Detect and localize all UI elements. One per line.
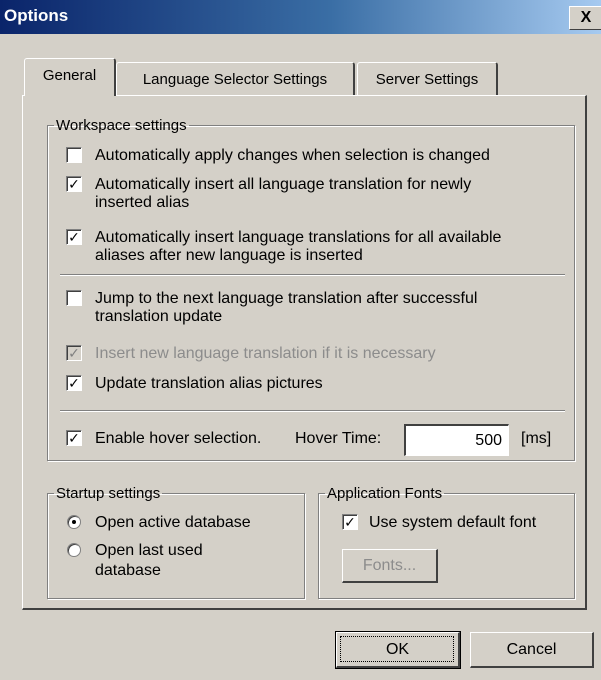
application-fonts-legend: Application Fonts (327, 485, 443, 502)
tab-language-selector-settings-label: Language Selector Settings (142, 71, 328, 88)
ok-focus-rect (340, 636, 454, 662)
insert-new-translation-checkbox: ✓ (66, 345, 82, 361)
open-last-used-database-label-line1: Open last used (95, 542, 203, 559)
close-button[interactable]: X (569, 6, 601, 30)
startup-settings-legend: Startup settings (56, 485, 161, 502)
tab-general-label: General (42, 67, 97, 84)
insert-new-translation-label: Insert new language translation if it is… (95, 345, 436, 362)
open-last-used-database-radio[interactable] (67, 543, 81, 557)
tab-general[interactable]: General (24, 58, 116, 96)
auto-insert-for-available-aliases-label-line2: aliases after new language is inserted (95, 247, 363, 264)
jump-next-translation-label-line2: translation update (95, 308, 223, 325)
workspace-separator-1 (60, 274, 565, 276)
enable-hover-selection-checkbox[interactable]: ✓ (66, 430, 82, 446)
enable-hover-selection-label: Enable hover selection. (95, 430, 262, 447)
open-active-database-label: Open active database (95, 514, 251, 531)
window-title: Options (4, 6, 69, 25)
tab-server-settings-label: Server Settings (375, 71, 479, 88)
auto-insert-for-available-aliases-checkbox[interactable]: ✓ (66, 229, 82, 245)
use-system-default-font-checkbox[interactable]: ✓ (342, 514, 358, 530)
jump-next-translation-checkbox[interactable] (66, 290, 82, 306)
use-system-default-font-label: Use system default font (369, 514, 537, 531)
auto-insert-all-translations-label-line1: Automatically insert all language transl… (95, 176, 472, 193)
auto-insert-all-translations-label-line2: inserted alias (95, 194, 190, 211)
fonts-button: Fonts... (342, 549, 438, 583)
workspace-separator-2 (60, 410, 565, 412)
radio-selected-dot (72, 520, 76, 524)
tab-server-settings[interactable]: Server Settings (357, 62, 498, 96)
tab-language-selector-settings[interactable]: Language Selector Settings (116, 62, 355, 96)
auto-apply-changes-checkbox[interactable] (66, 147, 82, 163)
auto-insert-all-translations-checkbox[interactable]: ✓ (66, 176, 82, 192)
options-dialog: Options X General Language Selector Sett… (0, 0, 601, 680)
hover-time-unit-label: [ms] (521, 430, 552, 447)
cancel-button[interactable]: Cancel (470, 632, 594, 668)
ok-button[interactable]: OK (335, 631, 461, 669)
auto-apply-changes-label: Automatically apply changes when selecti… (95, 147, 490, 164)
auto-insert-for-available-aliases-label-line1: Automatically insert language translatio… (95, 229, 502, 246)
workspace-settings-legend: Workspace settings (56, 117, 187, 134)
open-last-used-database-label-line2: database (95, 562, 161, 579)
hover-time-input[interactable]: 500 (404, 424, 509, 456)
update-alias-pictures-checkbox[interactable]: ✓ (66, 375, 82, 391)
open-active-database-radio[interactable] (67, 515, 81, 529)
jump-next-translation-label-line1: Jump to the next language translation af… (95, 290, 478, 307)
update-alias-pictures-label: Update translation alias pictures (95, 375, 323, 392)
hover-time-label: Hover Time: (295, 430, 382, 447)
title-bar[interactable]: Options X (0, 0, 601, 34)
